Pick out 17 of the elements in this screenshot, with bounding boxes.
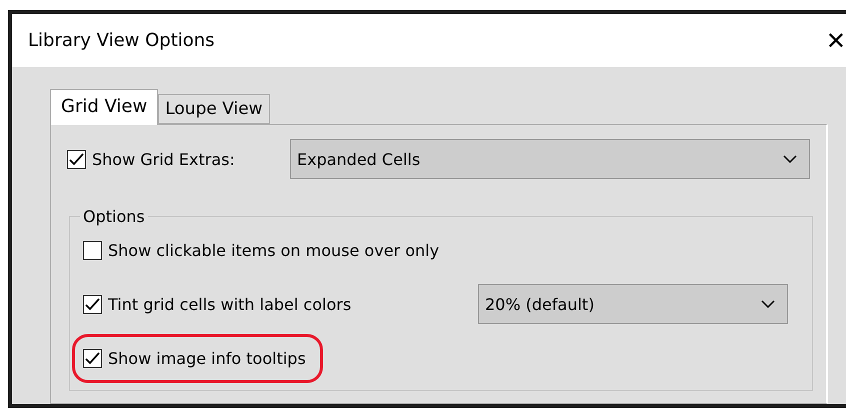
tab[interactable]: Loupe View xyxy=(158,94,270,124)
checkbox[interactable] xyxy=(67,150,86,168)
checkbox-label: Show clickable items on mouse over only xyxy=(108,240,440,260)
checkbox-label: Tint grid cells with label colors xyxy=(108,294,352,314)
dropdown[interactable]: Expanded Cells xyxy=(290,139,810,179)
checkbox-label: Show Grid Extras: xyxy=(92,150,235,168)
window-title: Library View Options xyxy=(28,30,215,51)
chevron-down-icon xyxy=(783,155,797,163)
tab[interactable]: Grid View xyxy=(50,89,158,125)
group-title: Options xyxy=(82,207,146,226)
dropdown[interactable]: 20% (default) xyxy=(478,284,788,324)
chevron-down-icon xyxy=(761,300,775,308)
checkbox-label: Show image info tooltips xyxy=(108,348,306,368)
checkbox[interactable] xyxy=(83,294,102,314)
checkbox[interactable] xyxy=(83,240,102,260)
checkbox[interactable] xyxy=(83,348,102,368)
close-button[interactable]: ✕ xyxy=(826,26,846,54)
